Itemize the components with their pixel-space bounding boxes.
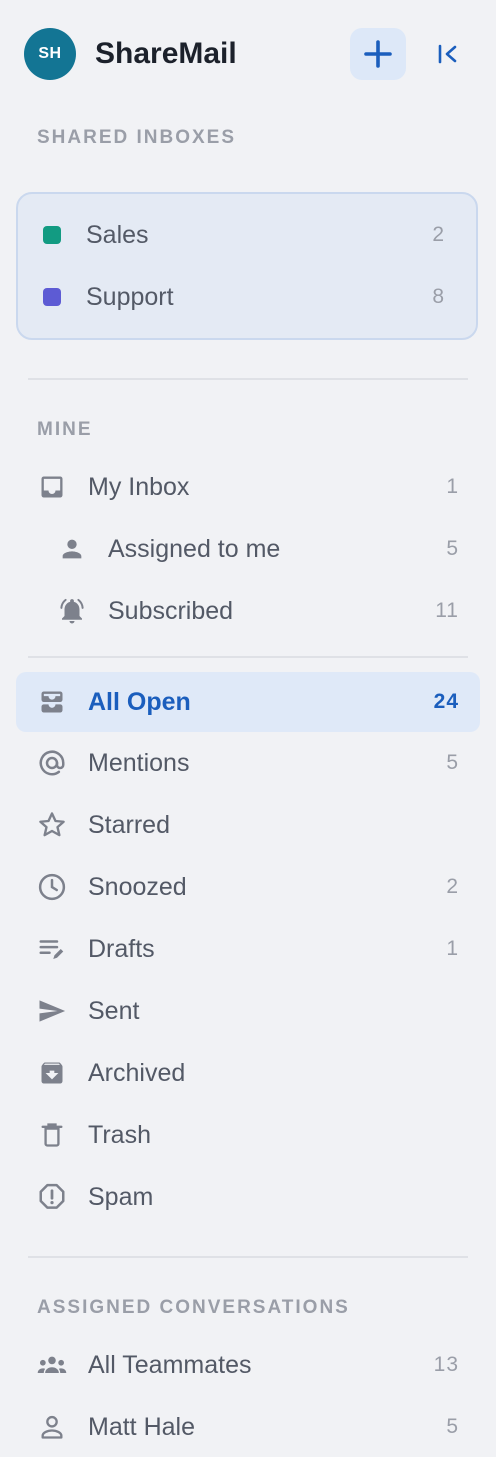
shared-inbox-label: Support bbox=[86, 283, 174, 311]
nav-item-archived[interactable]: Archived bbox=[16, 1043, 480, 1103]
nav-item-spam[interactable]: Spam bbox=[16, 1167, 480, 1227]
nav-item-count: 5 bbox=[446, 1415, 459, 1438]
nav-item-label: My Inbox bbox=[88, 473, 190, 501]
nav-item-mentions[interactable]: Mentions 5 bbox=[16, 733, 480, 793]
nav-item-my-inbox[interactable]: My Inbox 1 bbox=[16, 457, 480, 517]
nav-item-label: Drafts bbox=[88, 935, 155, 963]
archive-icon bbox=[36, 1058, 68, 1088]
nav-item-label: Mentions bbox=[88, 749, 190, 777]
nav-item-count: 1 bbox=[446, 937, 459, 960]
nav-item-label: All Open bbox=[88, 688, 191, 716]
nav-item-label: Spam bbox=[88, 1183, 154, 1211]
nav-item-count: 5 bbox=[446, 537, 459, 560]
user-outline-icon bbox=[36, 1412, 68, 1442]
section-title-mine: MINE bbox=[37, 419, 93, 440]
nav-item-label: Starred bbox=[88, 811, 170, 839]
collapse-sidebar-button[interactable] bbox=[428, 36, 468, 72]
divider bbox=[28, 656, 468, 658]
nav-item-starred[interactable]: Starred bbox=[16, 795, 480, 855]
nav-item-label: Matt Hale bbox=[88, 1413, 195, 1441]
nav-item-matt-hale[interactable]: Matt Hale 5 bbox=[16, 1397, 480, 1457]
nav-item-sent[interactable]: Sent bbox=[16, 981, 480, 1041]
spam-icon bbox=[36, 1182, 68, 1212]
nav-item-count: 5 bbox=[446, 751, 459, 774]
nav-item-count: 1 bbox=[446, 475, 459, 498]
nav-item-subscribed[interactable]: Subscribed 11 bbox=[16, 581, 480, 641]
nav-item-label: Assigned to me bbox=[108, 535, 281, 563]
support-color-dot bbox=[36, 282, 68, 312]
shared-inbox-count: 2 bbox=[432, 223, 445, 246]
star-icon bbox=[36, 810, 68, 840]
drafts-icon bbox=[36, 934, 68, 964]
nav-item-label: Subscribed bbox=[108, 597, 234, 625]
nav-item-all-teammates[interactable]: All Teammates 13 bbox=[16, 1335, 480, 1395]
clock-icon bbox=[36, 872, 68, 902]
nav-item-label: Archived bbox=[88, 1059, 186, 1087]
bell-icon bbox=[56, 596, 88, 626]
nav-item-label: Trash bbox=[88, 1121, 151, 1149]
at-icon bbox=[36, 748, 68, 778]
nav-item-label: All Teammates bbox=[88, 1351, 252, 1379]
trash-icon bbox=[36, 1120, 68, 1150]
sidebar-header: SH ShareMail bbox=[0, 0, 496, 108]
section-title-shared-inboxes: SHARED INBOXES bbox=[37, 127, 237, 148]
nav-item-all-open[interactable]: All Open 24 bbox=[16, 672, 480, 732]
section-title-assigned-conversations: ASSIGNED CONVERSATIONS bbox=[37, 1297, 350, 1318]
app-title: ShareMail bbox=[95, 37, 237, 70]
nav-item-label: Sent bbox=[88, 997, 140, 1025]
plus-icon bbox=[363, 39, 393, 69]
send-icon bbox=[36, 996, 68, 1026]
divider bbox=[28, 378, 468, 380]
shared-inbox-count: 8 bbox=[432, 285, 445, 308]
compose-button[interactable] bbox=[350, 28, 406, 80]
person-icon bbox=[56, 534, 88, 564]
sales-color-dot bbox=[36, 220, 68, 250]
nav-item-drafts[interactable]: Drafts 1 bbox=[16, 919, 480, 979]
nav-item-trash[interactable]: Trash bbox=[16, 1105, 480, 1165]
shared-inbox-sales[interactable]: Sales 2 bbox=[16, 205, 480, 265]
nav-item-snoozed[interactable]: Snoozed 2 bbox=[16, 857, 480, 917]
nav-item-assigned-to-me[interactable]: Assigned to me 5 bbox=[16, 519, 480, 579]
all-inbox-icon bbox=[36, 687, 68, 717]
collapse-icon bbox=[437, 44, 459, 64]
divider bbox=[28, 1256, 468, 1258]
shared-inbox-support[interactable]: Support 8 bbox=[16, 267, 480, 327]
nav-item-count: 13 bbox=[433, 1353, 459, 1376]
nav-item-label: Snoozed bbox=[88, 873, 187, 901]
nav-item-count: 2 bbox=[446, 875, 459, 898]
shared-inbox-label: Sales bbox=[86, 221, 149, 249]
avatar[interactable]: SH bbox=[24, 28, 76, 80]
group-icon bbox=[36, 1350, 68, 1380]
nav-item-count: 24 bbox=[433, 690, 459, 713]
nav-item-count: 11 bbox=[435, 599, 459, 622]
inbox-icon bbox=[36, 472, 68, 502]
